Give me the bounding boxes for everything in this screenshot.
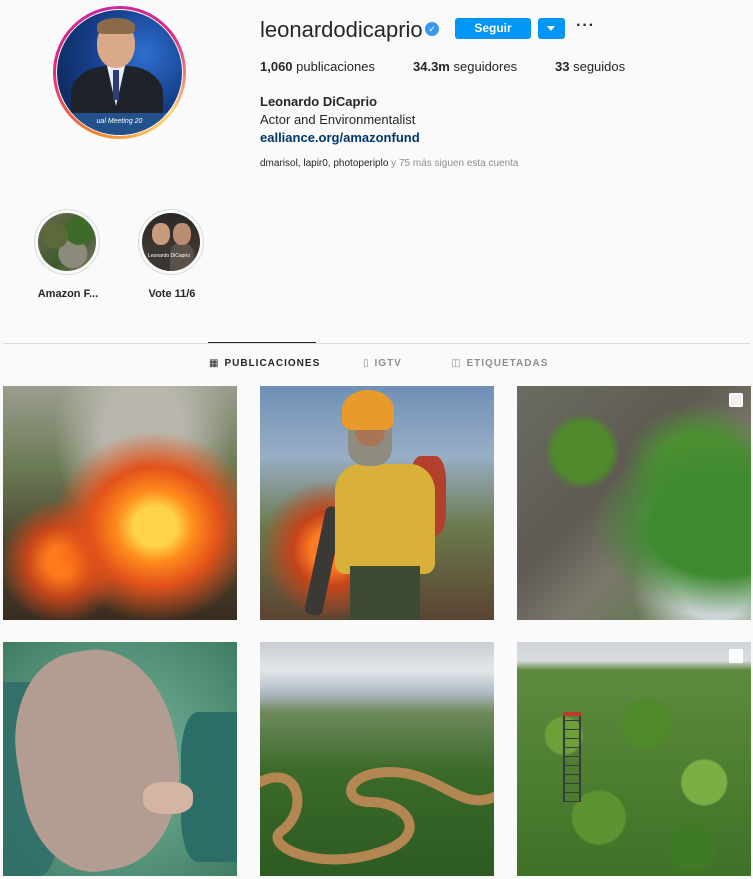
tab-tagged[interactable]: ◫ ETIQUETADAS — [451, 358, 548, 369]
followed-by-text[interactable]: dmarisol, lapir0, photoperiplo y 75 más … — [260, 158, 518, 169]
firefighter-pants — [350, 566, 420, 620]
avatar-banner: ual Meeting 20 — [57, 113, 182, 135]
follow-button[interactable]: Seguir — [455, 18, 531, 39]
tab-igtv[interactable]: ▯ IGTV — [363, 358, 402, 369]
profile-full-name: Leonardo DiCaprio — [260, 94, 378, 109]
avatar[interactable]: ual Meeting 20 — [57, 10, 182, 135]
post-thumbnail-river[interactable] — [260, 642, 494, 876]
highlight-label: Amazon F... — [37, 288, 99, 300]
person-head — [152, 223, 170, 245]
stat-following-label: seguidos — [573, 59, 626, 74]
stat-followers-count: 34.3m — [413, 59, 450, 74]
verified-badge-icon: ✓ — [425, 22, 439, 36]
highlight-thumbnail: Leonardo DiCaprio — [142, 213, 200, 271]
highlight-thumbnail — [38, 213, 96, 271]
active-tab-indicator — [208, 342, 316, 343]
profile-website-link[interactable]: ealliance.org/amazonfund — [260, 130, 420, 145]
carousel-icon — [729, 393, 743, 407]
observation-tower-top — [563, 712, 581, 716]
stat-posts: 1,060 publicaciones — [260, 59, 375, 74]
avatar-tie — [113, 70, 119, 100]
person-head — [173, 223, 191, 245]
stat-following-count: 33 — [555, 59, 570, 74]
tab-posts[interactable]: ▦ PUBLICACIONES — [209, 358, 320, 369]
carousel-icon — [729, 649, 743, 663]
post-thumbnail-aerial-smoke[interactable] — [517, 386, 751, 620]
stat-posts-label: publicaciones — [296, 59, 375, 74]
profile-avatar-ring[interactable]: ual Meeting 20 — [53, 6, 186, 139]
tab-tagged-label: ETIQUETADAS — [466, 358, 549, 369]
firefighter-helmet — [342, 390, 394, 430]
post-thumbnail-fire[interactable] — [3, 386, 237, 620]
profile-bio: Actor and Environmentalist — [260, 112, 416, 127]
suggestions-dropdown-button[interactable] — [538, 18, 565, 39]
tabs-divider — [3, 343, 750, 344]
more-options-button[interactable]: ··· — [576, 17, 594, 37]
post-thumbnail-canopy[interactable] — [517, 642, 751, 876]
igtv-icon: ▯ — [363, 358, 370, 369]
observation-tower — [563, 712, 581, 802]
followed-by-names: dmarisol, lapir0, photoperiplo — [260, 158, 389, 169]
highlight-ring — [34, 209, 100, 275]
avatar-hair — [97, 18, 135, 34]
highlight-label: Vote 11/6 — [148, 288, 196, 300]
tab-igtv-label: IGTV — [374, 358, 402, 369]
highlight-ring: Leonardo DiCaprio — [138, 209, 204, 275]
post-thumbnail-manatee[interactable] — [3, 642, 237, 876]
stat-followers[interactable]: 34.3m seguidores — [413, 59, 517, 74]
firefighter-body — [335, 464, 435, 574]
tagged-icon: ◫ — [451, 358, 462, 369]
highlight-vote[interactable]: Leonardo DiCaprio Vote 11/6 — [138, 209, 206, 300]
tab-posts-label: PUBLICACIONES — [224, 358, 321, 369]
river-shape — [260, 766, 494, 865]
grid-icon: ▦ — [209, 358, 220, 369]
profile-username: leonardodicaprio — [260, 17, 423, 42]
stat-following[interactable]: 33 seguidos — [555, 59, 625, 74]
followed-by-suffix: y 75 más siguen esta cuenta — [388, 158, 519, 169]
highlight-amazon[interactable]: Amazon F... — [34, 209, 102, 300]
chevron-down-icon — [547, 26, 555, 31]
highlight-thumbnail-caption: Leonardo DiCaprio — [148, 253, 190, 259]
stat-followers-label: seguidores — [453, 59, 518, 74]
stat-posts-count: 1,060 — [260, 59, 293, 74]
diver-hand — [143, 782, 193, 814]
post-thumbnail-firefighter[interactable] — [260, 386, 494, 620]
